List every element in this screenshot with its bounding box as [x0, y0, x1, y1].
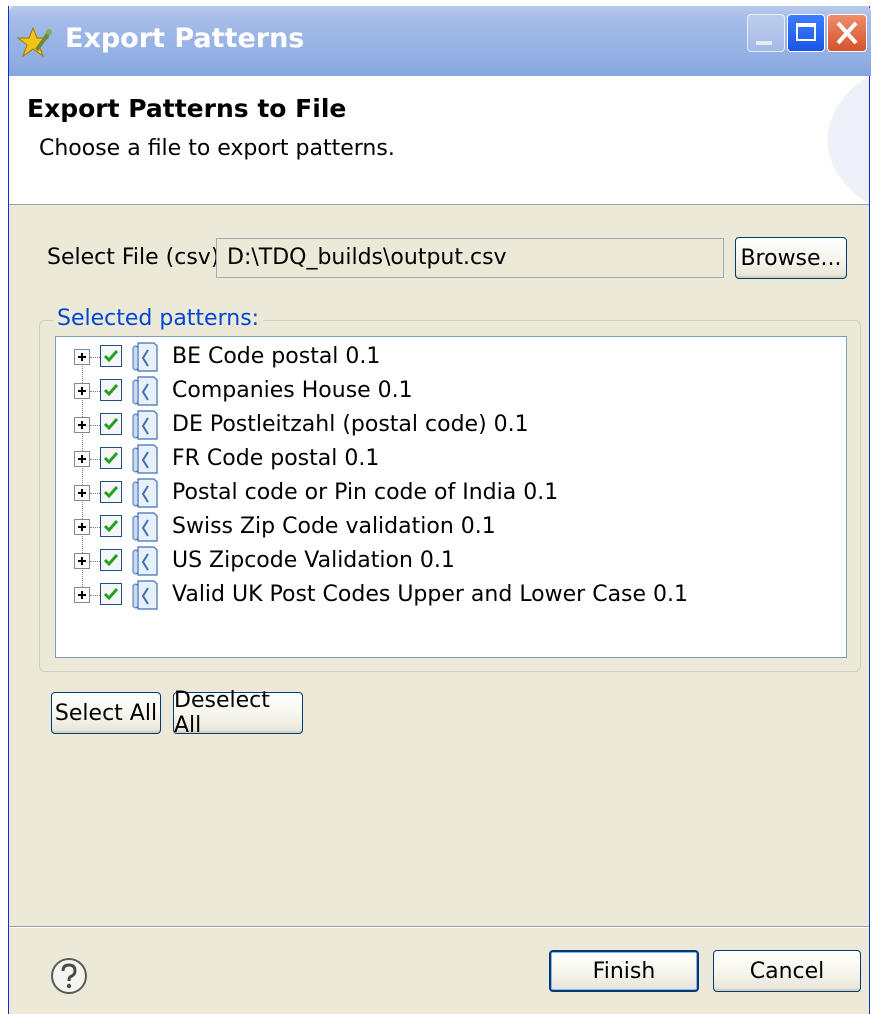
pattern-checkbox[interactable] [100, 379, 122, 401]
minimize-button[interactable] [747, 14, 785, 52]
header-decoration [827, 76, 869, 204]
file-path-field[interactable]: D:\TDQ_builds\output.csv [216, 238, 724, 278]
close-button[interactable] [827, 14, 867, 52]
expand-icon[interactable] [74, 383, 90, 399]
tree-connector [90, 527, 100, 528]
tree-connector [90, 493, 100, 494]
pattern-label: Companies House 0.1 [172, 378, 413, 403]
pattern-label: Postal code or Pin code of India 0.1 [172, 480, 559, 505]
tree-connector [90, 391, 100, 392]
export-patterns-dialog: Export Patterns Export Patterns to File … [8, 6, 871, 1014]
page-title: Export Patterns to File [27, 94, 347, 123]
pattern-checkbox[interactable] [100, 413, 122, 435]
minimize-icon [756, 41, 772, 45]
help-icon[interactable] [49, 956, 89, 996]
pattern-document-icon [132, 444, 158, 474]
pattern-label: FR Code postal 0.1 [172, 446, 380, 471]
tree-item[interactable]: Companies House 0.1 [56, 375, 846, 409]
pattern-document-icon [132, 512, 158, 542]
pattern-checkbox[interactable] [100, 447, 122, 469]
pattern-checkbox[interactable] [100, 549, 122, 571]
wizard-header: Export Patterns to File Choose a file to… [9, 76, 869, 205]
tree-connector [90, 561, 100, 562]
tree-item[interactable]: Postal code or Pin code of India 0.1 [56, 477, 846, 511]
pattern-document-icon [132, 478, 158, 508]
selected-patterns-legend: Selected patterns: [53, 306, 264, 331]
cancel-button[interactable]: Cancel [713, 950, 861, 992]
pattern-document-icon [132, 580, 158, 610]
pattern-document-icon [132, 376, 158, 406]
tree-item[interactable]: BE Code postal 0.1 [56, 341, 846, 375]
tree-connector [90, 425, 100, 426]
expand-icon[interactable] [74, 417, 90, 433]
tree-item[interactable]: US Zipcode Validation 0.1 [56, 545, 846, 579]
expand-icon[interactable] [74, 587, 90, 603]
close-icon [836, 21, 858, 45]
tree-item[interactable]: DE Postleitzahl (postal code) 0.1 [56, 409, 846, 443]
title-bar[interactable]: Export Patterns [9, 6, 871, 76]
checkmark-icon [103, 452, 119, 465]
pattern-document-icon [132, 410, 158, 440]
expand-icon[interactable] [74, 519, 90, 535]
page-description: Choose a file to export patterns. [39, 136, 395, 161]
tree-item[interactable]: FR Code postal 0.1 [56, 443, 846, 477]
deselect-all-button[interactable]: Deselect All [173, 688, 303, 738]
select-all-button[interactable]: Select All [51, 692, 161, 734]
expand-icon[interactable] [74, 349, 90, 365]
pattern-document-icon [132, 546, 158, 576]
pattern-checkbox[interactable] [100, 481, 122, 503]
pattern-checkbox[interactable] [100, 515, 122, 537]
pattern-label: BE Code postal 0.1 [172, 344, 381, 369]
checkmark-icon [103, 486, 119, 499]
pattern-checkbox[interactable] [100, 345, 122, 367]
wizard-star-icon [17, 26, 52, 58]
checkmark-icon [103, 554, 119, 567]
pattern-checkbox[interactable] [100, 583, 122, 605]
expand-icon[interactable] [74, 451, 90, 467]
expand-icon[interactable] [74, 553, 90, 569]
patterns-tree[interactable]: BE Code postal 0.1 Companies House 0.1 D… [55, 336, 847, 658]
pattern-label: Swiss Zip Code validation 0.1 [172, 514, 496, 539]
browse-button[interactable]: Browse... [735, 237, 847, 279]
pattern-label: Valid UK Post Codes Upper and Lower Case… [172, 582, 689, 607]
checkmark-icon [103, 588, 119, 601]
pattern-label: DE Postleitzahl (postal code) 0.1 [172, 412, 529, 437]
checkmark-icon [103, 384, 119, 397]
pattern-label: US Zipcode Validation 0.1 [172, 548, 455, 573]
tree-item[interactable]: Swiss Zip Code validation 0.1 [56, 511, 846, 545]
tree-connector [90, 459, 100, 460]
checkmark-icon [103, 350, 119, 363]
maximize-button[interactable] [787, 14, 825, 52]
expand-icon[interactable] [74, 485, 90, 501]
footer-separator [9, 926, 869, 928]
select-file-label: Select File (csv): [47, 245, 227, 270]
maximize-icon [796, 23, 816, 41]
tree-item[interactable]: Valid UK Post Codes Upper and Lower Case… [56, 579, 846, 613]
tree-connector [90, 595, 100, 596]
tree-connector [90, 357, 100, 358]
checkmark-icon [103, 418, 119, 431]
pattern-document-icon [132, 342, 158, 372]
finish-button[interactable]: Finish [549, 950, 699, 992]
window-title: Export Patterns [65, 23, 305, 54]
checkmark-icon [103, 520, 119, 533]
